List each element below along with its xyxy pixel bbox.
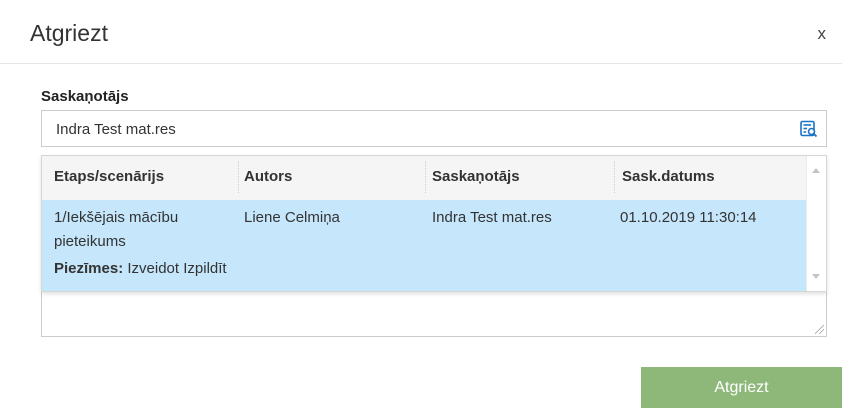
column-header-stage: Etaps/scenārijs — [54, 168, 165, 185]
cell-approver: Indra Test mat.res — [432, 209, 552, 226]
close-button[interactable]: x — [818, 24, 827, 44]
scroll-down-arrow-icon[interactable] — [812, 274, 820, 279]
cell-stage-line1: 1/Iekšējais mācību — [54, 209, 179, 226]
submit-return-button[interactable]: Atgriezt — [641, 367, 842, 408]
cell-stage-line2: pieteikums — [54, 233, 126, 250]
cell-date: 01.10.2019 11:30:14 — [620, 209, 757, 226]
column-separator — [425, 161, 426, 193]
approver-label: Saskaņotājs — [41, 88, 129, 105]
column-header-approver: Saskaņotājs — [432, 168, 520, 185]
table-row[interactable]: 1/Iekšējais mācību pieteikums Liene Celm… — [42, 200, 808, 291]
approver-combobox[interactable]: Indra Test mat.res — [41, 110, 827, 147]
column-separator — [238, 161, 239, 193]
return-dialog: Atgriezt x Saskaņotājs Indra Test mat.re… — [0, 0, 842, 414]
approver-dropdown-grid: Etaps/scenārijs Autors Saskaņotājs Sask.… — [41, 155, 827, 292]
column-header-date: Sask.datums — [622, 168, 715, 185]
dropdown-scrollbar[interactable] — [806, 156, 826, 291]
notes-value: Izveidot Izpildīt — [127, 260, 227, 277]
approver-input-value: Indra Test mat.res — [56, 121, 176, 138]
dialog-title: Atgriezt — [30, 20, 108, 46]
resize-handle-icon[interactable] — [815, 325, 824, 334]
grid-header: Etaps/scenārijs Autors Saskaņotājs Sask.… — [42, 156, 808, 201]
dialog-header: Atgriezt x — [0, 8, 842, 64]
column-separator — [614, 161, 615, 193]
cell-author: Liene Celmiņa — [244, 209, 340, 226]
search-list-icon[interactable] — [800, 120, 818, 138]
notes-label: Piezīmes: — [54, 260, 124, 277]
column-header-author: Autors — [244, 168, 293, 185]
scroll-up-arrow-icon[interactable] — [812, 168, 820, 173]
row-notes: Piezīmes: Izveidot Izpildīt — [54, 260, 227, 277]
